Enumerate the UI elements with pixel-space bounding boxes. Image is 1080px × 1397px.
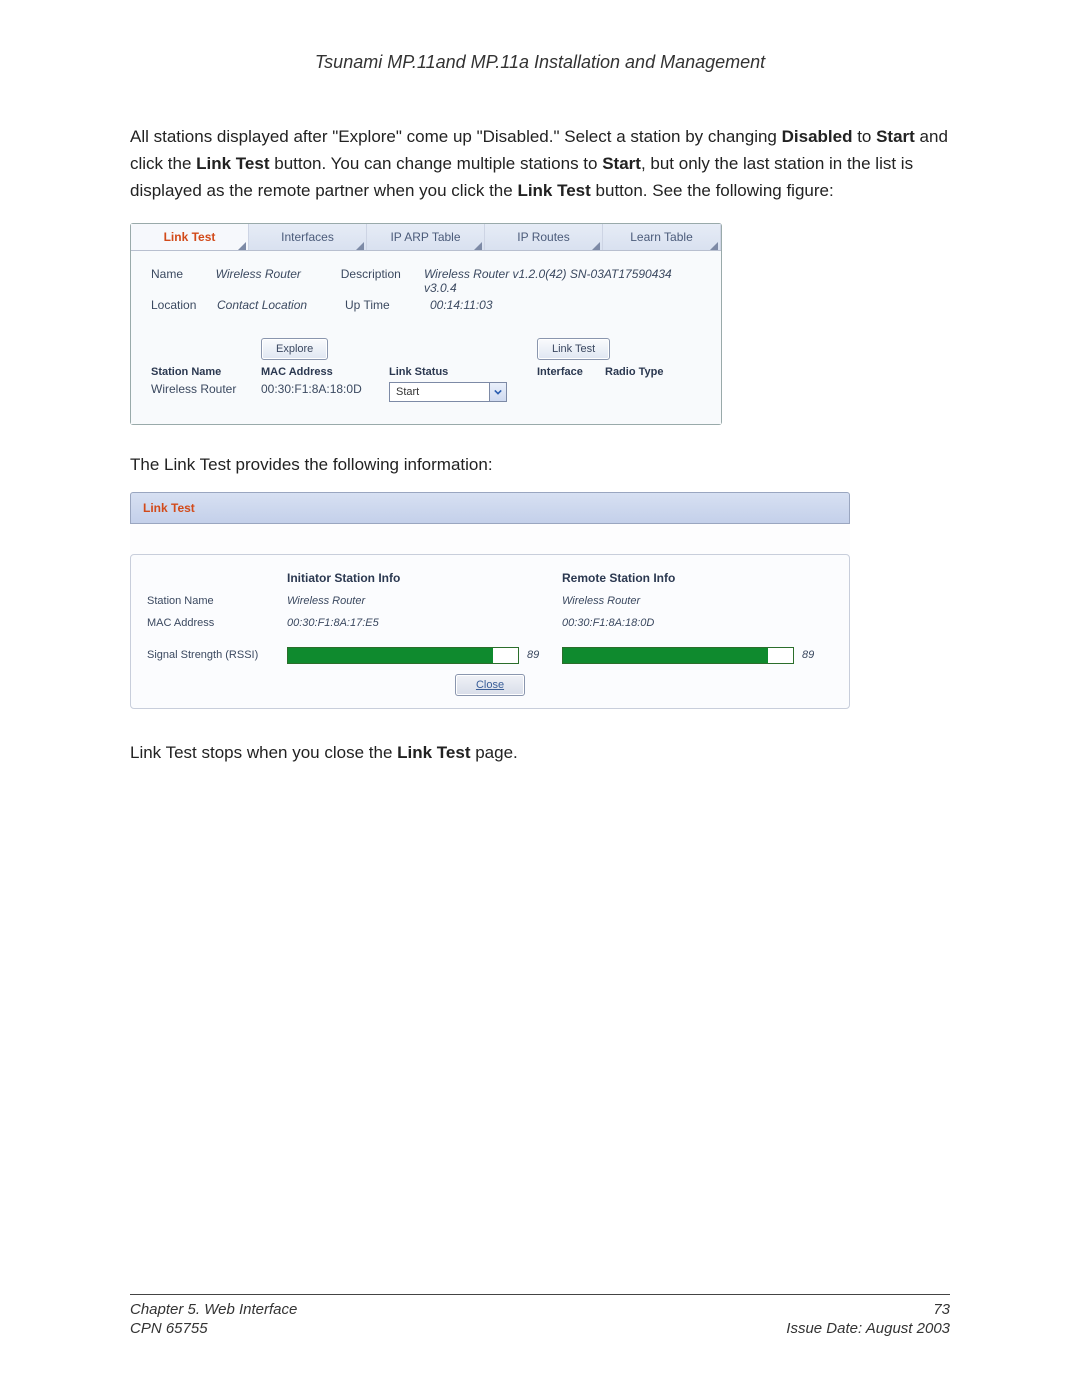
col-interface: Interface (537, 366, 605, 378)
p2-b1: Link Test (397, 743, 470, 762)
col-link-status: Link Status (389, 366, 537, 378)
tab-link-test-label: Link Test (164, 230, 216, 244)
initiator-mac: 00:30:F1:8A:17:E5 (287, 617, 562, 629)
p1-b2: Start (876, 127, 915, 146)
row-station-name: Wireless Router (151, 382, 261, 402)
paragraph-2: Link Test stops when you close the Link … (130, 739, 950, 766)
uptime-value: 00:14:11:03 (430, 298, 493, 312)
tab-interfaces-label: Interfaces (281, 230, 334, 244)
description-label: Description (341, 267, 416, 295)
tab-ip-routes-label: IP Routes (517, 230, 569, 244)
p1-t4: button. You can change multiple stations… (270, 154, 603, 173)
p2-t1: Link Test stops when you close the (130, 743, 397, 762)
tab-ip-arp-table[interactable]: IP ARP Table (367, 224, 485, 250)
row-mac-address: 00:30:F1:8A:18:0D (261, 382, 389, 402)
footer-chapter: Chapter 5. Web Interface (130, 1301, 297, 1318)
figure-link-test-explore: Link Test Interfaces IP ARP Table IP Rou… (130, 223, 722, 425)
tab-learn-table[interactable]: Learn Table (603, 224, 721, 250)
mid-text: The Link Test provides the following inf… (130, 451, 950, 478)
col-station-name: Station Name (151, 366, 261, 378)
tab-link-test[interactable]: Link Test (131, 224, 249, 250)
initiator-station-name: Wireless Router (287, 595, 562, 607)
initiator-rssi-value: 89 (527, 649, 539, 661)
tab-notch-icon (238, 242, 246, 250)
figure-link-test-results: Link Test Initiator Station Info Remote … (130, 492, 850, 709)
tab-notch-icon (710, 242, 718, 250)
close-button[interactable]: Close (455, 674, 525, 696)
p1-t1: All stations displayed after "Explore" c… (130, 127, 782, 146)
footer-issue-date: Issue Date: August 2003 (786, 1320, 950, 1337)
page-footer: Chapter 5. Web Interface CPN 65755 73 Is… (130, 1294, 950, 1337)
paragraph-1: All stations displayed after "Explore" c… (130, 123, 950, 205)
link-status-select[interactable]: Start (389, 382, 507, 402)
initiator-rssi-bar (287, 647, 519, 664)
p1-t2: to (852, 127, 876, 146)
link-test-results-tab[interactable]: Link Test (130, 492, 850, 524)
explore-button[interactable]: Explore (261, 338, 328, 360)
link-test-button[interactable]: Link Test (537, 338, 610, 360)
p2-t2: page. (471, 743, 518, 762)
mac-address-label: MAC Address (147, 617, 287, 629)
p1-b1: Disabled (782, 127, 853, 146)
tab-ip-routes[interactable]: IP Routes (485, 224, 603, 250)
p1-t6: button. See the following figure: (591, 181, 834, 200)
tab-ip-arp-label: IP ARP Table (390, 230, 460, 244)
remote-mac: 00:30:F1:8A:18:0D (562, 617, 837, 629)
link-test-results-tab-label: Link Test (143, 501, 195, 515)
p1-b3: Link Test (196, 154, 269, 173)
tab-interfaces[interactable]: Interfaces (249, 224, 367, 250)
chevron-down-icon (489, 383, 506, 401)
doc-title: Tsunami MP.11and MP.11a Installation and… (130, 52, 950, 73)
location-label: Location (151, 298, 209, 312)
remote-rssi-fill (563, 648, 768, 663)
remote-rssi-bar (562, 647, 794, 664)
col-radio-type: Radio Type (605, 366, 695, 378)
remote-head: Remote Station Info (562, 571, 837, 585)
station-name-label: Station Name (147, 595, 287, 607)
location-value: Contact Location (217, 298, 337, 312)
link-status-select-value: Start (396, 386, 419, 398)
footer-cpn: CPN 65755 (130, 1320, 297, 1337)
initiator-rssi-fill (288, 648, 493, 663)
col-mac-address: MAC Address (261, 366, 389, 378)
description-value: Wireless Router v1.2.0(42) SN-03AT175904… (424, 267, 701, 295)
tab-notch-icon (356, 242, 364, 250)
uptime-label: Up Time (345, 298, 422, 312)
footer-page-number: 73 (786, 1301, 950, 1318)
p1-b5: Link Test (517, 181, 590, 200)
name-value: Wireless Router (216, 267, 333, 295)
tab-learn-table-label: Learn Table (630, 230, 693, 244)
name-label: Name (151, 267, 208, 295)
remote-station-name: Wireless Router (562, 595, 837, 607)
p1-b4: Start (602, 154, 641, 173)
tab-notch-icon (474, 242, 482, 250)
tab-bar: Link Test Interfaces IP ARP Table IP Rou… (131, 224, 721, 251)
initiator-head: Initiator Station Info (287, 571, 562, 585)
tab-notch-icon (592, 242, 600, 250)
remote-rssi-value: 89 (802, 649, 814, 661)
rssi-label: Signal Strength (RSSI) (147, 649, 287, 661)
